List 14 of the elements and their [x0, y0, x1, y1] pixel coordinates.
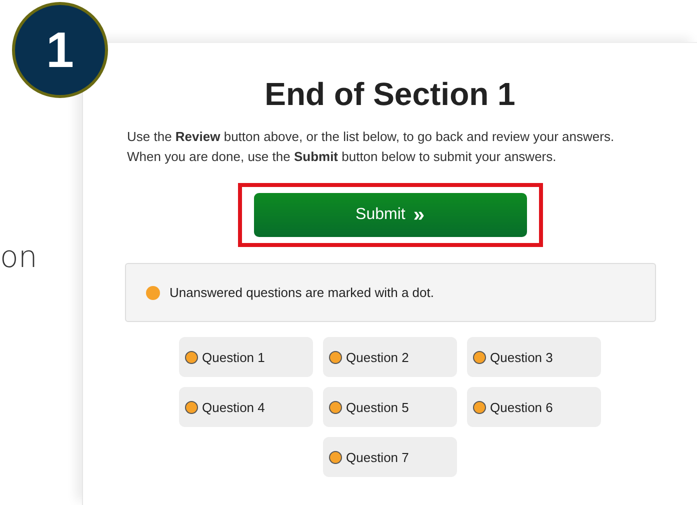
- dot-icon: [146, 286, 160, 300]
- question-button[interactable]: Question 2: [323, 337, 457, 377]
- section-title: End of Section 1: [264, 76, 516, 113]
- step-badge: 1: [12, 2, 108, 98]
- instructions-text: Use the Review button above, or the list below, to go back and review your answers. When you are done, use the Submit button below to submit your answers.: [127, 128, 616, 166]
- cut-off-text: on: [0, 240, 38, 275]
- question-button[interactable]: Question 4: [179, 387, 313, 427]
- question-button[interactable]: Question 5: [323, 387, 457, 427]
- legend-text: Unanswered questions are marked with a dot.: [170, 285, 434, 300]
- question-button[interactable]: Question 3: [467, 337, 601, 377]
- question-button[interactable]: Question 6: [467, 387, 601, 427]
- question-button[interactable]: Question 7: [323, 437, 457, 477]
- submit-button[interactable]: Submit »: [254, 193, 526, 237]
- question-button[interactable]: Question 1: [179, 337, 313, 377]
